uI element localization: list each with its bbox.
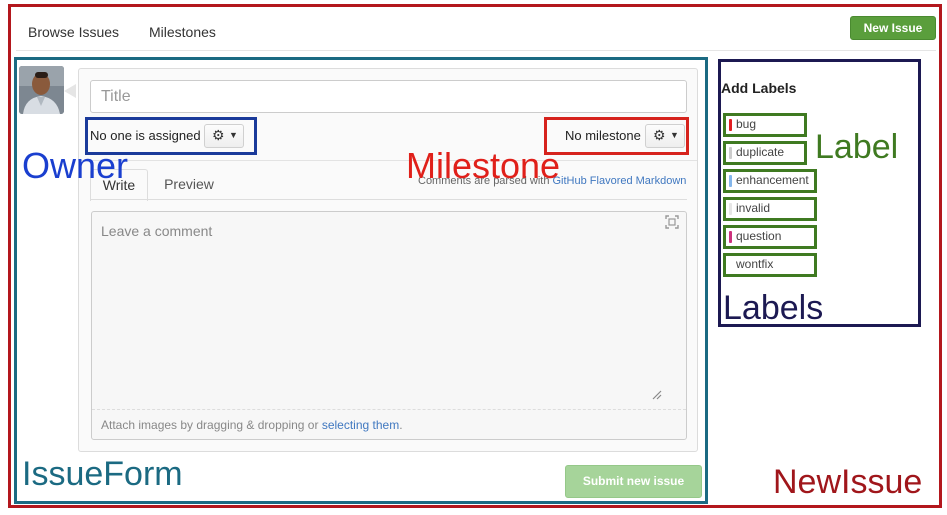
milestone-settings-button[interactable]: ⚙ ▼ [645, 124, 685, 148]
attach-suffix: . [399, 418, 403, 432]
labels-heading: Add Labels [721, 80, 797, 96]
label-item-bug[interactable]: bug [723, 113, 807, 137]
attach-divider [92, 409, 686, 410]
comment-textarea[interactable] [91, 211, 687, 440]
nav-divider [16, 50, 936, 51]
resize-grip-icon[interactable] [650, 388, 662, 400]
title-input[interactable]: Title [90, 80, 687, 113]
attach-select-link[interactable]: selecting them [322, 418, 399, 432]
fullscreen-icon[interactable] [665, 215, 679, 229]
label-name: wontfix [736, 257, 774, 271]
attach-note: Attach images by dragging & dropping or … [101, 418, 403, 432]
label-name: question [736, 229, 782, 243]
markdown-link[interactable]: GitHub Flavored Markdown [553, 175, 687, 187]
label-item-duplicate[interactable]: duplicate [723, 141, 807, 165]
tab-preview[interactable]: Preview [150, 169, 228, 199]
tabs-divider [90, 199, 687, 200]
label-swatch [729, 203, 732, 215]
annotation-new-issue: NewIssue [773, 463, 923, 501]
annotation-milestone: Milestone [406, 145, 561, 186]
avatar-pointer [64, 84, 76, 98]
annotation-labels: Labels [723, 289, 824, 327]
avatar-photo [19, 66, 64, 114]
gear-icon: ⚙ [212, 127, 225, 143]
label-name: duplicate [736, 145, 785, 159]
nav-browse-issues[interactable]: Browse Issues [28, 24, 119, 40]
submit-issue-button[interactable]: Submit new issue [565, 465, 702, 498]
label-swatch [729, 175, 732, 187]
gear-icon: ⚙ [653, 127, 666, 143]
label-name: invalid [736, 201, 771, 215]
caret-down-icon: ▼ [670, 130, 679, 140]
caret-down-icon: ▼ [229, 130, 238, 140]
attach-text: Attach images by dragging & dropping or [101, 418, 322, 432]
annotation-label: Label [815, 128, 899, 166]
label-name: bug [736, 117, 757, 131]
label-item-enhancement[interactable]: enhancement [723, 169, 817, 193]
annotation-owner: Owner [22, 145, 129, 186]
label-swatch [729, 259, 732, 271]
labels-frame [718, 59, 921, 327]
row-divider [79, 160, 697, 161]
avatar [19, 66, 64, 114]
label-swatch [729, 119, 732, 131]
assignee-text: No one is assigned [90, 128, 201, 143]
label-item-invalid[interactable]: invalid [723, 197, 817, 221]
label-item-question[interactable]: question [723, 225, 817, 249]
assignee-settings-button[interactable]: ⚙ ▼ [204, 124, 244, 148]
label-item-wontfix[interactable]: wontfix [723, 253, 817, 277]
label-swatch [729, 231, 732, 243]
milestone-text: No milestone [565, 128, 641, 143]
nav-milestones[interactable]: Milestones [149, 24, 216, 40]
label-swatch [729, 147, 732, 159]
new-issue-button[interactable]: New Issue [850, 16, 936, 40]
label-name: enhancement [736, 173, 809, 187]
annotation-issue-form: IssueForm [22, 455, 183, 493]
comment-placeholder: Leave a comment [101, 223, 213, 239]
